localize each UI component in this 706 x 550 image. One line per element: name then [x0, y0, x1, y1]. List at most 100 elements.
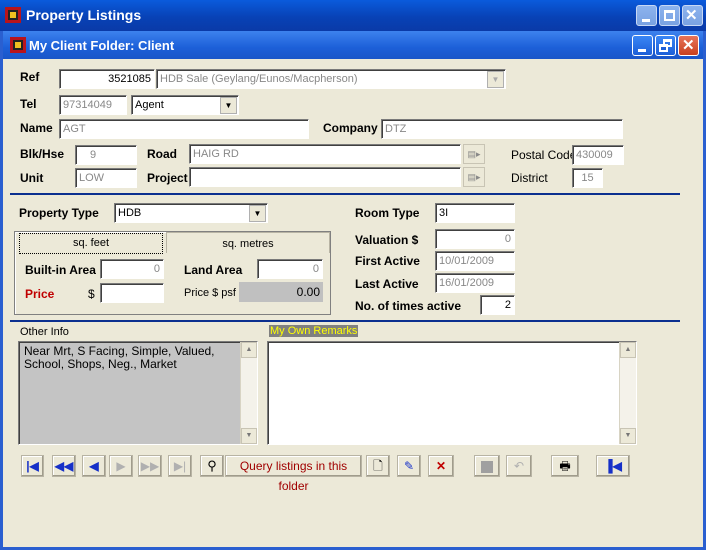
times-active-field[interactable]: 2	[480, 295, 515, 315]
delete-record-button[interactable]: ✕	[428, 455, 454, 477]
minimize-button[interactable]	[636, 5, 657, 26]
builtin-area-field[interactable]: 0	[100, 259, 164, 279]
restore-icon-back	[659, 44, 668, 52]
tel-type-text: Agent	[135, 99, 164, 111]
scroll-down-icon[interactable]: ▼	[620, 428, 636, 444]
exit-button[interactable]: ▐◀	[596, 455, 630, 477]
district-field[interactable]: 15	[572, 168, 603, 188]
scroll-up-icon[interactable]: ▲	[241, 342, 257, 358]
close-button[interactable]: ✕	[682, 5, 703, 26]
chevron-down-icon[interactable]: ▼	[249, 205, 266, 222]
lookup-icon: ▤▸	[467, 172, 481, 182]
edit-record-button[interactable]: ✎	[397, 455, 421, 477]
last-active-label: Last Active	[355, 277, 419, 291]
scroll-up-icon[interactable]: ▲	[620, 342, 636, 358]
property-type-label: Property Type	[19, 206, 99, 220]
lookup-icon: ▤▸	[467, 149, 481, 159]
project-lookup-button[interactable]: ▤▸	[463, 167, 485, 187]
edit-icon: ✎	[403, 459, 415, 473]
builtin-area-label: Built-in Area	[25, 263, 96, 277]
first-active-label: First Active	[355, 254, 420, 268]
name-field[interactable]: AGT	[59, 119, 309, 139]
ref-listing-text: HDB Sale (Geylang/Eunos/Macpherson)	[160, 73, 358, 85]
last-record-button[interactable]: ▶|	[168, 455, 192, 477]
postal-code-field[interactable]: 430009	[572, 145, 624, 165]
fast-forward-icon: ▶▶	[140, 459, 160, 473]
first-record-button[interactable]: |◀	[21, 455, 44, 477]
tel-label: Tel	[20, 97, 37, 111]
scroll-down-icon[interactable]: ▼	[241, 428, 257, 444]
valuation-field[interactable]: 0	[435, 229, 515, 249]
maximize-icon	[664, 10, 675, 21]
land-area-field[interactable]: 0	[257, 259, 323, 279]
postal-code-label: Postal Code	[511, 148, 577, 162]
other-info-scrollbar[interactable]: ▲ ▼	[240, 342, 257, 444]
next-record-button[interactable]: ▶	[109, 455, 133, 477]
first-active-field[interactable]: 10/01/2009	[435, 251, 515, 271]
road-label: Road	[147, 147, 177, 161]
undo-button[interactable]: ↶	[506, 455, 532, 477]
chevron-down-icon[interactable]: ▼	[220, 97, 237, 114]
tel-type-select[interactable]: Agent ▼	[131, 95, 239, 115]
prev-icon: ◀	[89, 459, 99, 473]
remarks-scrollbar[interactable]: ▲ ▼	[619, 342, 636, 444]
save-button[interactable]	[474, 455, 500, 477]
land-area-label: Land Area	[184, 263, 243, 277]
page-back-button[interactable]: ◀◀	[52, 455, 76, 477]
separator-top	[10, 193, 680, 195]
ref-listing-combo[interactable]: HDB Sale (Geylang/Eunos/Macpherson) ▼	[156, 69, 506, 89]
company-field[interactable]: DTZ	[381, 119, 623, 139]
ref-field[interactable]: 3521085	[59, 69, 155, 89]
remarks-textarea[interactable]: ▲ ▼	[267, 341, 637, 445]
save-icon	[481, 460, 493, 473]
blk-field[interactable]: 9	[75, 145, 137, 165]
prev-record-button[interactable]: ◀	[82, 455, 106, 477]
page-forward-button[interactable]: ▶▶	[138, 455, 162, 477]
new-document-icon: 🗋	[373, 459, 383, 473]
tab-sq-metres[interactable]: sq. metres	[166, 232, 330, 253]
minimize-icon	[642, 19, 650, 22]
road-field[interactable]: HAIG RD	[189, 144, 461, 164]
project-field[interactable]	[189, 167, 461, 187]
query-listings-button[interactable]: Query listings in this folder	[225, 455, 362, 493]
inner-window-title: My Client Folder: Client	[29, 38, 175, 53]
property-type-select[interactable]: HDB ▼	[114, 203, 268, 223]
blk-label: Blk/Hse	[20, 147, 65, 161]
printer-icon: 🖶	[559, 459, 571, 473]
road-lookup-button[interactable]: ▤▸	[463, 144, 485, 164]
maximize-button[interactable]	[659, 5, 680, 26]
other-info-label: Other Info	[20, 326, 69, 338]
valuation-label: Valuation $	[355, 233, 419, 247]
new-record-button[interactable]: 🗋	[366, 455, 390, 477]
district-label: District	[511, 171, 548, 185]
chevron-down-icon[interactable]: ▼	[487, 71, 504, 88]
room-type-label: Room Type	[355, 206, 420, 220]
price-field[interactable]	[100, 283, 164, 303]
print-button[interactable]: 🖶	[551, 455, 579, 477]
separator-bottom	[10, 320, 680, 322]
inner-minimize-button[interactable]	[632, 35, 653, 56]
unit-field[interactable]: LOW	[75, 168, 137, 188]
other-info-textarea[interactable]: Near Mrt, S Facing, Simple, Valued, Scho…	[18, 341, 258, 445]
room-type-field[interactable]: 3I	[435, 203, 515, 223]
outer-title-bar: Property Listings ✕	[0, 0, 706, 31]
close-icon: ✕	[682, 37, 695, 54]
delete-icon: ✕	[435, 459, 447, 473]
last-active-field[interactable]: 16/01/2009	[435, 273, 515, 293]
first-record-icon: |◀	[26, 459, 39, 473]
name-label: Name	[20, 121, 53, 135]
times-active-label: No. of times active	[355, 299, 462, 313]
close-icon: ✕	[685, 7, 698, 24]
ref-label: Ref	[20, 70, 40, 84]
inner-close-button[interactable]: ✕	[678, 35, 699, 56]
minimize-icon	[638, 49, 646, 52]
unit-label: Unit	[20, 171, 44, 185]
binoculars-button[interactable]: ⚲	[200, 455, 224, 477]
project-label: Project	[147, 171, 188, 185]
next-icon: ▶	[116, 459, 126, 473]
window-title: Property Listings	[26, 7, 142, 23]
inner-restore-button[interactable]	[655, 35, 676, 56]
tel-field[interactable]: 97314049	[59, 95, 127, 115]
tab-sq-feet[interactable]: sq. feet	[19, 233, 163, 254]
other-info-text: Near Mrt, S Facing, Simple, Valued, Scho…	[24, 344, 215, 371]
